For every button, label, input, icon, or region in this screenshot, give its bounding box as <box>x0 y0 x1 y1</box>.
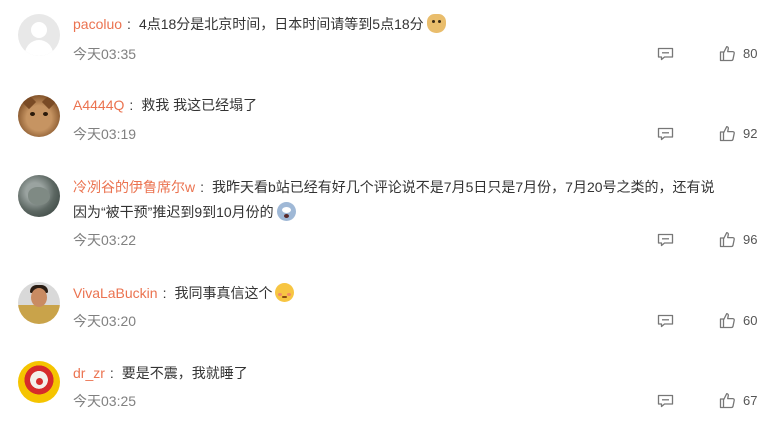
reply-icon[interactable] <box>657 233 674 247</box>
avatar-nose-shape <box>36 378 43 385</box>
separator-colon: : <box>200 179 205 195</box>
comment-line: pacoluo:4点18分是北京时间，日本时间请等到5点18分 <box>73 14 446 34</box>
like-count: 67 <box>743 393 758 408</box>
like-count: 80 <box>743 46 758 61</box>
separator-colon: : <box>129 97 134 113</box>
comment-text: 因为“被干预”推迟到9到10月份的 <box>73 204 274 220</box>
username-link[interactable]: 冷冽谷的伊鲁席尔w <box>73 179 195 195</box>
username-link[interactable]: VivaLaBuckin <box>73 285 158 301</box>
comment-line: VivaLaBuckin: 我同事真信这个 <box>73 283 295 303</box>
thumbs-up-icon[interactable] <box>719 312 736 329</box>
avatar-ear-shape <box>21 95 37 110</box>
comment-line-continued: 因为“被干预”推迟到9到10月份的 <box>73 202 296 222</box>
comment-line: 冷冽谷的伊鲁席尔w: 我昨天看b站已经有好几个评论说不是7月5日只是7月份，7月2… <box>73 177 715 197</box>
thumbs-up-icon[interactable] <box>719 125 736 142</box>
person-avatar[interactable] <box>18 282 60 324</box>
thumbs-up-icon[interactable] <box>719 45 736 62</box>
separator-colon: : <box>127 16 131 32</box>
rock-avatar[interactable] <box>18 175 60 217</box>
scared-emoji <box>276 202 296 221</box>
reply-icon[interactable] <box>657 127 674 141</box>
avatar-eye-shape <box>30 112 35 116</box>
username-link[interactable]: dr_zr <box>73 365 105 381</box>
clown-avatar[interactable] <box>18 361 60 403</box>
comment-text: 救我 我这已经塌了 <box>141 97 258 113</box>
reply-icon[interactable] <box>657 47 674 61</box>
timestamp: 今天03:20 <box>73 313 137 329</box>
comment-text: 4点18分是北京时间，日本时间请等到5点18分 <box>138 16 424 32</box>
separator-colon: : <box>109 365 114 381</box>
avatar-blob-shape <box>28 187 50 205</box>
default-avatar[interactable] <box>18 14 60 56</box>
cat-avatar[interactable] <box>18 95 60 137</box>
like-count: 96 <box>743 232 758 247</box>
username-link[interactable]: pacoluo <box>73 16 122 32</box>
thumbs-up-icon[interactable] <box>719 231 736 248</box>
comment-text: 我昨天看b站已经有好几个评论说不是7月5日只是7月份，7月20号之类的，还有说 <box>212 179 715 195</box>
comment-text: 要是不震，我就睡了 <box>121 365 248 381</box>
reply-icon[interactable] <box>657 394 674 408</box>
separator-colon: : <box>162 285 167 301</box>
comment-line: A4444Q: 救我 我这已经塌了 <box>73 95 257 115</box>
comment-line: dr_zr: 要是不震，我就睡了 <box>73 363 248 383</box>
comment-text: 我同事真信这个 <box>174 285 273 301</box>
avatar-ear-shape <box>41 95 57 110</box>
thumbs-up-icon[interactable] <box>719 392 736 409</box>
shy-emoji <box>275 283 295 302</box>
avatar-body-shape <box>25 40 53 56</box>
timestamp: 今天03:19 <box>73 126 137 142</box>
avatar-head-shape <box>31 22 47 38</box>
avatar-eye-shape <box>43 112 48 116</box>
timestamp: 今天03:35 <box>73 46 137 62</box>
username-link[interactable]: A4444Q <box>73 97 124 113</box>
like-count: 92 <box>743 126 758 141</box>
like-count: 60 <box>743 313 758 328</box>
reply-icon[interactable] <box>657 314 674 328</box>
timestamp: 今天03:25 <box>73 393 137 409</box>
avatar-face-shape <box>31 288 47 307</box>
timestamp: 今天03:22 <box>73 232 137 248</box>
doge-emoji <box>426 14 446 33</box>
